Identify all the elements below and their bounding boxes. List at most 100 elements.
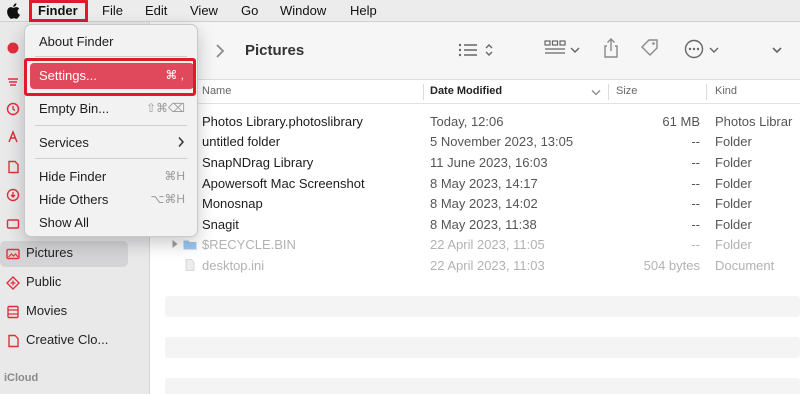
column-divider[interactable]	[706, 84, 707, 100]
file-size: --	[691, 134, 700, 149]
menu-edit[interactable]: Edit	[145, 3, 167, 18]
menu-file[interactable]: File	[102, 3, 123, 18]
applications-a-icon	[8, 130, 18, 143]
settings-highlight-box	[24, 58, 196, 96]
file-kind: Folder	[715, 134, 752, 149]
downloads-icon	[6, 188, 20, 202]
file-kind: Photos Librar	[715, 114, 793, 129]
column-name[interactable]: Name	[202, 85, 231, 97]
table-row[interactable]: $RECYCLE.BIN 22 April 2023, 11:05 -- Fol…	[151, 235, 800, 255]
finder-dropdown-menu: About Finder Settings... ⌘ , Empty Bin..…	[24, 24, 198, 237]
table-row[interactable]: Monosnap 8 May 2023, 14:02 -- Folder	[151, 194, 800, 214]
desktop-icon	[6, 219, 20, 229]
file-kind: Folder	[715, 237, 752, 252]
share-icon[interactable]	[603, 38, 619, 58]
table-row[interactable]: untitled folder 5 November 2023, 13:05 -…	[151, 132, 800, 152]
sidebar-item-pictures[interactable]: Pictures	[0, 241, 128, 267]
file-size: --	[691, 196, 700, 211]
table-row[interactable]: Snagit 8 May 2023, 11:38 -- Folder	[151, 215, 800, 235]
menu-item-hide-others[interactable]: Hide Others ⌥⌘H	[25, 189, 197, 211]
file-kind: Folder	[715, 217, 752, 232]
file-kind: Folder	[715, 196, 752, 211]
forward-icon[interactable]	[215, 43, 225, 59]
chevron-down-icon[interactable]	[570, 46, 580, 54]
file-size: --	[691, 176, 700, 191]
table-row[interactable]: SnapNDrag Library 11 June 2023, 16:03 --…	[151, 153, 800, 173]
file-name: Apowersoft Mac Screenshot	[202, 176, 365, 191]
public-icon	[6, 276, 20, 290]
folder-icon	[183, 240, 197, 250]
applications-icon	[8, 78, 18, 86]
column-divider[interactable]	[423, 84, 424, 100]
menu-bar: Finder File Edit View Go Window Help	[0, 0, 800, 22]
pictures-icon	[6, 248, 20, 260]
menu-go[interactable]: Go	[241, 3, 258, 18]
file-name: $RECYCLE.BIN	[202, 237, 296, 252]
menu-item-about-finder[interactable]: About Finder	[25, 31, 197, 53]
column-date-modified[interactable]: Date Modified	[430, 85, 502, 97]
column-divider[interactable]	[608, 84, 609, 100]
chevron-down-icon[interactable]	[709, 46, 719, 54]
chevron-down-icon[interactable]	[772, 46, 782, 54]
file-name: Snagit	[202, 217, 239, 232]
table-row[interactable]: Apowersoft Mac Screenshot 8 May 2023, 14…	[151, 174, 800, 194]
sort-icon[interactable]	[484, 42, 494, 58]
menu-item-services[interactable]: Services	[25, 132, 197, 154]
sidebar-section-icloud: iCloud	[4, 372, 39, 384]
sidebar-item-label: Public	[26, 274, 62, 289]
disclosure-triangle-icon[interactable]	[171, 239, 179, 249]
menu-item-show-all[interactable]: Show All	[25, 212, 197, 234]
menu-item-label: Services	[39, 135, 89, 150]
group-icon[interactable]	[544, 40, 566, 56]
empty-row-stripe	[165, 337, 800, 358]
more-actions-icon[interactable]	[684, 39, 704, 59]
file-name: desktop.ini	[202, 258, 265, 273]
tag-icon[interactable]	[640, 39, 662, 57]
sidebar-item-label: Movies	[26, 303, 68, 318]
file-name: Photos Library.photoslibrary	[202, 114, 363, 129]
documents-icon	[8, 160, 19, 174]
sort-descending-icon	[591, 90, 601, 96]
empty-row-stripe	[165, 378, 800, 394]
list-view-icon[interactable]	[458, 43, 478, 57]
document-icon	[185, 259, 195, 271]
menu-separator	[35, 56, 187, 57]
table-row[interactable]: desktop.ini 22 April 2023, 11:03 504 byt…	[151, 256, 800, 276]
file-name: SnapNDrag Library	[202, 155, 314, 170]
menu-item-hide-finder[interactable]: Hide Finder ⌘H	[25, 166, 197, 188]
red-dot-icon	[7, 42, 19, 54]
menu-help[interactable]: Help	[350, 3, 377, 18]
hide-finder-shortcut: ⌘H	[164, 169, 185, 183]
chevron-right-icon	[178, 137, 185, 147]
file-kind: Folder	[715, 176, 752, 191]
menu-separator	[35, 125, 187, 126]
recents-icon	[6, 102, 20, 116]
column-header: Name Date Modified Size Kind	[151, 80, 800, 104]
movies-icon	[7, 305, 19, 319]
document-icon	[8, 334, 19, 348]
file-name: untitled folder	[202, 134, 281, 149]
file-date: 8 May 2023, 14:02	[430, 196, 538, 211]
window-title: Pictures	[245, 42, 305, 59]
sidebar-item-movies[interactable]: Movies	[0, 299, 128, 325]
column-kind[interactable]: Kind	[715, 85, 737, 97]
empty-row-stripe	[165, 296, 800, 317]
file-kind: Folder	[715, 155, 752, 170]
sidebar-item-creative-cloud[interactable]: Creative Clo...	[0, 328, 128, 354]
menu-window[interactable]: Window	[280, 3, 326, 18]
toolbar: Pictures	[151, 22, 800, 80]
sidebar-item-public[interactable]: Public	[0, 270, 128, 296]
file-date: 22 April 2023, 11:05	[430, 237, 545, 252]
menu-view[interactable]: View	[190, 3, 218, 18]
apple-logo-icon[interactable]	[6, 3, 20, 19]
sidebar-item-label: Creative Clo...	[26, 332, 109, 347]
table-row[interactable]: Photos Library.photoslibrary Today, 12:0…	[151, 112, 800, 132]
column-size[interactable]: Size	[616, 85, 637, 97]
menu-finder[interactable]: Finder	[38, 3, 78, 18]
file-date: 8 May 2023, 11:38	[430, 217, 537, 232]
menu-item-label: Show All	[39, 215, 89, 230]
menu-item-empty-bin[interactable]: Empty Bin... ⇧⌘⌫	[25, 98, 197, 120]
file-size: 61 MB	[662, 114, 700, 129]
file-date: Today, 12:06	[430, 114, 504, 129]
sidebar-item-label: Pictures	[26, 245, 73, 260]
